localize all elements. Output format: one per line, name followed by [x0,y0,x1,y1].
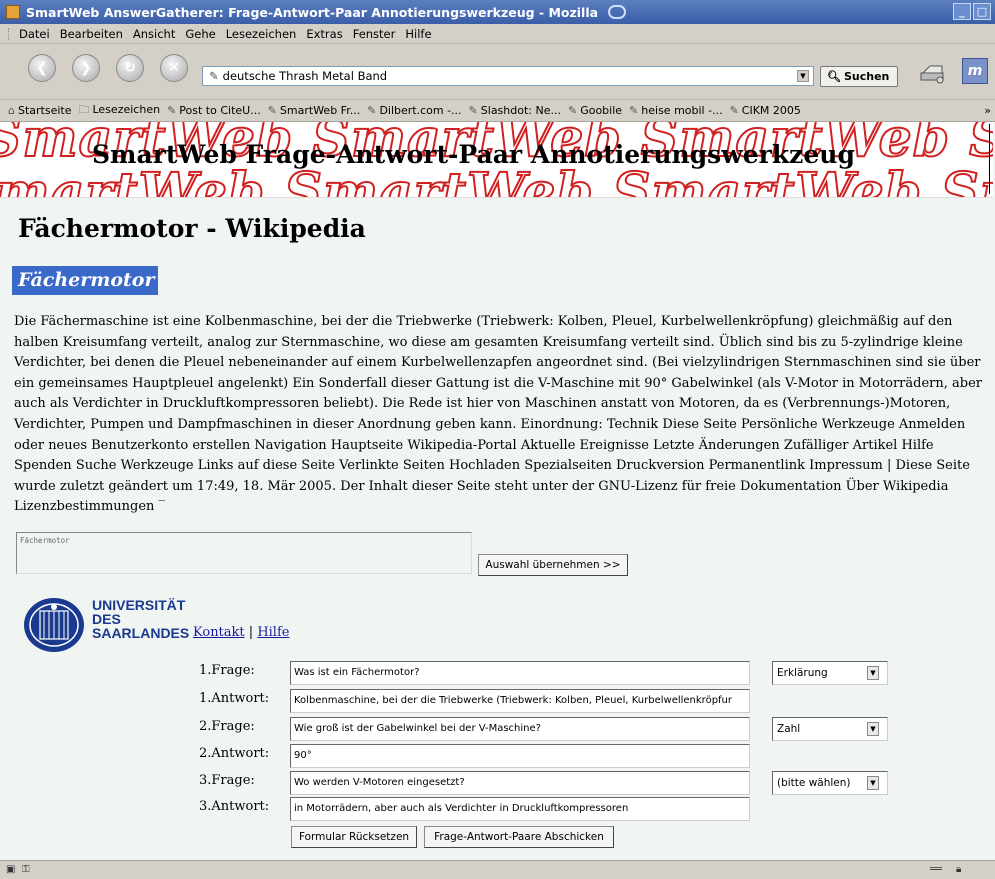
bookmark-cikm[interactable]: ✎ CIKM 2005 [730,104,801,117]
question-row-3: 3.Frage: Wo werden V-Motoren eingesetzt?… [0,771,995,795]
navigation-toolbar: ❮ ❯ ↻ ✕ ✎ deutsche Thrash Metal Band ▼ 🔍… [0,44,995,100]
chevron-down-icon: ▼ [867,666,879,680]
reload-icon[interactable]: ↻ [116,54,144,82]
url-text: deutsche Thrash Metal Band [222,69,388,83]
bookmark-heise[interactable]: ✎ heise mobil -... [629,104,723,117]
url-bar[interactable]: ✎ deutsche Thrash Metal Band ▼ [202,66,814,86]
bookmark-icon: ✎ [367,104,377,117]
window-title: SmartWeb AnswerGatherer: Frage-Antwort-P… [26,4,599,20]
bookmark-lesezeichen[interactable]: 🗀︎ Lesezeichen [79,101,161,120]
bookmark-icon: ✎ [729,104,739,117]
menu-bearbeiten[interactable]: Bearbeiten [60,27,123,41]
help-link[interactable]: Hilfe [257,625,289,640]
answer-label: 1.Antwort: [199,691,270,706]
question-label: 3.Frage: [199,773,255,788]
take-selection-button[interactable]: Auswahl übernehmen >> [478,554,628,576]
bookmark-icon: ✎ [468,104,478,117]
search-button[interactable]: 🔍︎ Suchen [820,66,898,87]
answer-input-1[interactable]: Kolbenmaschine, bei der die Triebwerke (… [290,689,750,713]
minimize-button[interactable]: _ [953,3,971,20]
question-type-select-1[interactable]: Erklärung ▼ [772,661,888,685]
article-text[interactable]: Die Fächermaschine ist eine Kolbenmaschi… [14,312,992,518]
question-type-select-3[interactable]: (bitte wählen) ▼ [772,771,888,795]
print-icon[interactable] [918,60,946,84]
question-input-1[interactable]: Was ist ein Fächermotor? [290,661,750,685]
bookmark-icon: ✎ [629,104,639,117]
bookmark-smartweb[interactable]: ✎ SmartWeb Fr... [268,104,361,117]
page-content: SmartWeb SmartWeb SmartWeb SmartWeb Smar… [0,122,995,860]
answer-input-3[interactable]: in Motorrädern, aber auch als Verdichter… [290,797,750,821]
selection-textarea[interactable]: Fächermotor [16,532,472,574]
menu-lesezeichen[interactable]: Lesezeichen [226,27,297,41]
answer-row-2: 2.Antwort: 90° [0,744,995,768]
banner-title: SmartWeb Frage-Antwort-Paar Annotierungs… [92,140,855,169]
menu-hilfe[interactable]: Hilfe [405,27,431,41]
reset-form-button[interactable]: Formular Rücksetzen [291,826,417,848]
question-row-1: 1.Frage: Was ist ein Fächermotor? Erklär… [0,661,995,685]
answer-input-2[interactable]: 90° [290,744,750,768]
mozilla-component-icon[interactable]: ▣ [6,864,15,876]
search-icon: 🔍︎ [827,70,841,83]
question-input-3[interactable]: Wo werden V-Motoren eingesetzt? [290,771,750,795]
mozilla-swirl-icon [608,5,627,19]
university-links: Kontakt | Hilfe [193,625,289,640]
mozilla-app-icon [6,5,20,19]
throbber-icon[interactable]: m [962,58,988,84]
question-row-2: 2.Frage: Wie groß ist der Gabelwinkel be… [0,717,995,741]
menu-bar: Datei Bearbeiten Ansicht Gehe Lesezeiche… [0,24,995,44]
folder-icon: 🗀︎ [78,103,90,116]
bookmark-icon: ✎ [167,104,177,117]
smartweb-banner: SmartWeb SmartWeb SmartWeb SmartWeb Smar… [0,122,993,198]
bookmarks-overflow-chevron[interactable]: » [984,104,991,117]
question-type-select-2[interactable]: Zahl ▼ [772,717,888,741]
question-label: 2.Frage: [199,719,255,734]
stop-icon[interactable]: ✕ [160,54,188,82]
article-title-highlight[interactable]: Fächermotor [12,266,159,295]
university-name: UNIVERSITÄT DES SAARLANDES [92,597,190,641]
chevron-down-icon: ▼ [867,722,879,736]
menu-datei[interactable]: Datei [19,27,50,41]
window-titlebar[interactable]: SmartWeb AnswerGatherer: Frage-Antwort-P… [0,0,995,24]
bookmarks-toolbar: ⌂ Startseite 🗀︎ Lesezeichen ✎ Post to CiteU… [0,100,995,122]
banner-edge [989,124,993,194]
page-heading: Fächermotor - Wikipedia [18,214,366,243]
bookmark-startseite[interactable]: ⌂ Startseite [8,104,72,117]
answer-row-1: 1.Antwort: Kolbenmaschine, bei der die T… [0,689,995,713]
bookmark-slashdot[interactable]: ✎ Slashdot: Ne... [469,104,561,117]
link-separator: | [248,625,254,640]
home-icon: ⌂ [8,104,15,117]
university-seal-icon [24,598,84,652]
connection-icon: ══ [930,864,943,875]
question-input-2[interactable]: Wie groß ist der Gabelwinkel bei der V-M… [290,717,750,741]
contact-link[interactable]: Kontakt [193,625,245,640]
bookmark-goobile[interactable]: ✎ Goobile [568,104,622,117]
status-bar: ▣ ⚿ ══ 🔒︎ [0,860,995,879]
online-status-icon[interactable]: ⚿ [22,864,30,876]
menu-ansicht[interactable]: Ansicht [133,27,175,41]
toolbar-grip[interactable] [8,27,11,40]
forward-icon[interactable]: ❯ [72,54,100,82]
chevron-down-icon: ▼ [867,776,879,790]
page-icon: ✎ [209,69,219,83]
maximize-button[interactable]: □ [973,3,991,20]
answer-label: 2.Antwort: [199,746,270,761]
bookmark-icon: ✎ [567,104,578,117]
back-icon[interactable]: ❮ [28,54,56,82]
url-dropdown-icon[interactable]: ▼ [797,70,809,82]
bookmark-icon: ✎ [267,104,277,117]
security-icon: 🔒︎ [956,864,962,875]
question-label: 1.Frage: [199,663,255,678]
menu-fenster[interactable]: Fenster [353,27,396,41]
menu-gehe[interactable]: Gehe [185,27,215,41]
menu-extras[interactable]: Extras [306,27,342,41]
search-button-label: Suchen [843,70,890,83]
bookmark-dilbert[interactable]: ✎ Dilbert.com -... [367,104,461,117]
answer-label: 3.Antwort: [199,799,270,814]
answer-row-3: 3.Antwort: in Motorrädern, aber auch als… [0,797,995,821]
submit-pairs-button[interactable]: Frage-Antwort-Paare Abschicken [424,826,614,848]
bookmark-citeu[interactable]: ✎ Post to CiteU... [167,104,261,117]
